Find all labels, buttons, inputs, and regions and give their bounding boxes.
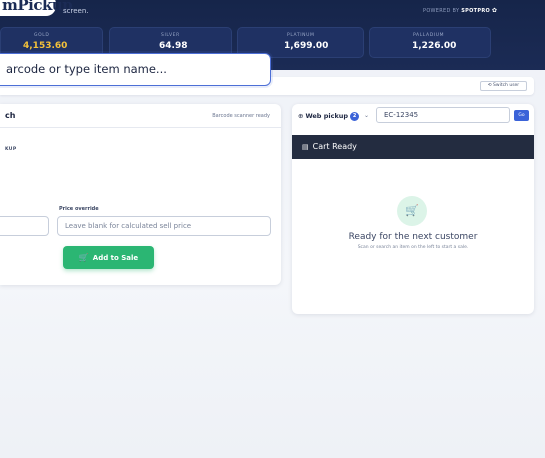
go-button[interactable]: Go [514, 110, 529, 121]
order-number-input[interactable]: EC-12345 [376, 107, 510, 123]
metal-value: 1,226.00 [412, 41, 457, 51]
screen-label: screen. [63, 7, 89, 15]
metal-price-palladium: PALLADIUM 1,226.00 [369, 27, 491, 58]
metal-label: PLATINUM [287, 33, 315, 38]
switch-user-button[interactable]: ⟲ Switch user [480, 81, 527, 91]
metal-value: 4,153.60 [23, 41, 68, 51]
cart-panel: ⊕ Web pickup 2 ⌄ EC-12345 Go ▤ Cart Ready 🛒… [292, 104, 534, 314]
cart-ready-icon: ▤ [302, 143, 309, 151]
cart-header: ▤ Cart Ready [292, 135, 534, 159]
logo: mPickup [0, 0, 73, 16]
web-pickup-toggle[interactable]: ⊕ Web pickup 2 [298, 112, 360, 121]
chevron-down-icon[interactable]: ⌄ [364, 112, 369, 119]
panel-header: ch Barcode scanner ready [0, 104, 281, 128]
powered-by: POWERED BY SPOTPRO ✿ [423, 7, 497, 14]
add-to-sale-button[interactable]: 🛒 Add to Sale [63, 246, 154, 269]
quantity-input[interactable] [0, 216, 49, 236]
lookup-label: KUP [5, 147, 17, 152]
gear-icon[interactable]: ✿ [492, 7, 497, 14]
metal-label: GOLD [34, 33, 50, 38]
metal-label: SILVER [161, 33, 180, 38]
powered-brand: SPOTPRO [461, 8, 491, 14]
scanner-status: Barcode scanner ready [212, 113, 270, 119]
panel-title: ch [5, 111, 16, 120]
cart-icon: 🛒 [78, 253, 89, 262]
empty-cart-icon: 🛒 [397, 196, 427, 226]
empty-cart-subtitle: Scan or search an item on the left to st… [357, 245, 469, 250]
price-override-input[interactable]: Leave blank for calculated sell price [57, 216, 271, 236]
metal-value: 64.98 [159, 41, 188, 51]
cart-title: Cart Ready [312, 142, 357, 151]
price-override-label: Price override [59, 206, 99, 212]
metal-value: 1,699.00 [284, 41, 329, 51]
barcode-search-input[interactable]: arcode or type item name... [0, 53, 271, 86]
globe-icon: ⊕ [298, 112, 304, 120]
metal-label: PALLADIUM [413, 33, 445, 38]
web-pickup-count-badge: 2 [350, 112, 360, 121]
empty-cart-title: Ready for the next customer [348, 232, 478, 242]
powered-prefix: POWERED BY [423, 8, 460, 14]
add-to-sale-label: Add to Sale [92, 254, 139, 262]
web-pickup-label: Web pickup [305, 112, 349, 120]
web-pickup-bar: ⊕ Web pickup 2 ⌄ EC-12345 Go [292, 104, 534, 132]
